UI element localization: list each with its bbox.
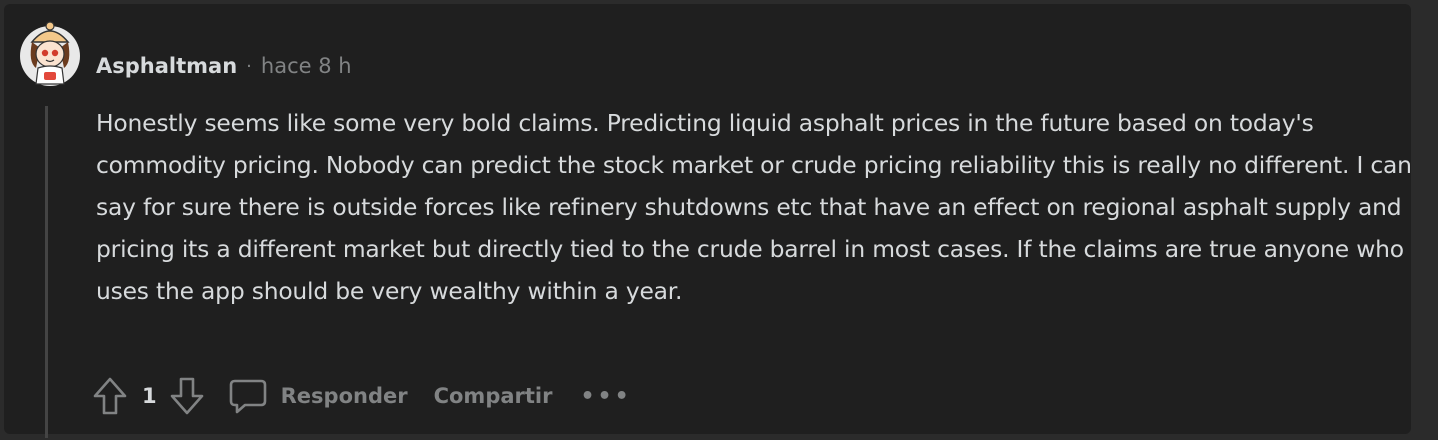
upvote-button[interactable] [92,374,128,418]
reply-button[interactable]: Responder [229,376,408,416]
reply-label: Responder [280,384,408,408]
comment-body: Honestly seems like some very bold claim… [96,102,1414,312]
arrow-up-icon [93,377,127,415]
author-name[interactable]: Asphaltman [96,54,237,78]
comment-meta: Asphaltman · hace 8 h [96,53,352,79]
vote-score: 1 [142,384,157,408]
more-options-button[interactable]: ••• [580,384,631,409]
chat-bubble-icon [229,379,266,414]
share-button[interactable]: Compartir [434,384,553,408]
meta-separator: · [246,55,252,77]
avatar-icon [20,21,80,86]
comment-card: Asphaltman · hace 8 h Honestly seems lik… [4,4,1414,438]
arrow-down-icon [170,377,203,415]
timestamp[interactable]: hace 8 h [261,54,352,78]
thread-line[interactable] [45,106,48,438]
comment-text: Honestly seems like some very bold claim… [96,109,1412,305]
comment-actions: 1 Responder Compartir ••• [92,374,632,418]
avatar[interactable] [18,18,82,94]
downvote-button[interactable] [169,374,205,418]
